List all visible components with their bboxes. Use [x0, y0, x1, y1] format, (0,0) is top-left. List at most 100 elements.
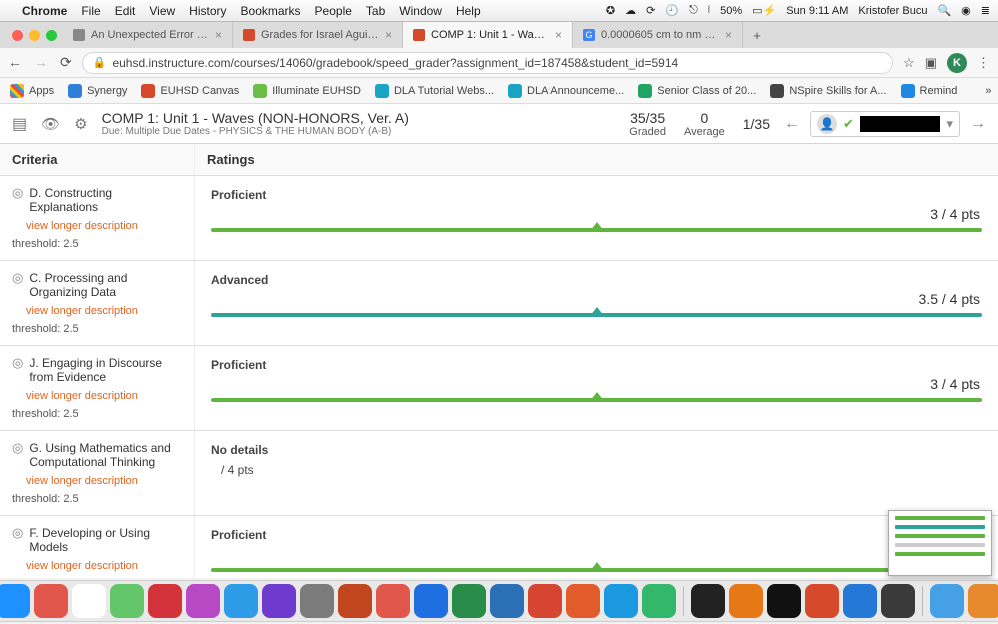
dock-app-icon[interactable]: [729, 584, 763, 618]
dock-app-icon[interactable]: [767, 584, 801, 618]
menu-icon[interactable]: ⋮: [977, 55, 990, 71]
apps-button[interactable]: Apps: [10, 84, 54, 98]
rating-cell[interactable]: Advanced 3.5 / 4 pts: [195, 261, 998, 345]
dock-app-icon[interactable]: [968, 584, 998, 618]
bookmark-item[interactable]: Illuminate EUHSD: [253, 84, 361, 98]
forward-button[interactable]: →: [34, 54, 48, 71]
menu-people[interactable]: People: [315, 4, 352, 18]
rating-cell[interactable]: No details / 4 pts: [195, 431, 998, 515]
rating-cell[interactable]: Proficient 3 / 4 pts: [195, 176, 998, 260]
assignment-title[interactable]: COMP 1: Unit 1 - Waves (NON-HONORS, Ver.…: [102, 110, 616, 126]
address-bar[interactable]: 🔒 euhsd.instructure.com/courses/14060/gr…: [82, 52, 893, 74]
rubric-panel[interactable]: Criteria Ratings ◎D. Constructing Explan…: [0, 144, 998, 578]
dock-app-icon[interactable]: [300, 584, 334, 618]
dock-app-icon[interactable]: [604, 584, 638, 618]
dock-app-icon[interactable]: [110, 584, 144, 618]
close-icon[interactable]: ×: [215, 28, 222, 42]
menu-bookmarks[interactable]: Bookmarks: [241, 4, 301, 18]
visibility-icon[interactable]: 👁: [41, 115, 60, 133]
dock-app-icon[interactable]: [376, 584, 410, 618]
rating-slider[interactable]: [211, 568, 982, 572]
dock-app-icon[interactable]: [452, 584, 486, 618]
battery-icon[interactable]: ▭⚡: [752, 4, 776, 17]
dock-app-icon[interactable]: [186, 584, 220, 618]
rating-cell[interactable]: Proficient 3 / 4 pts: [195, 346, 998, 430]
screen-share-preview[interactable]: [888, 510, 992, 576]
bookmark-item[interactable]: DLA Tutorial Webs...: [375, 84, 494, 98]
menu-history[interactable]: History: [189, 4, 226, 18]
bookmark-item[interactable]: Senior Class of 20...: [638, 84, 756, 98]
close-icon[interactable]: ×: [725, 28, 732, 42]
settings-icon[interactable]: ⚙: [74, 115, 87, 133]
menu-help[interactable]: Help: [456, 4, 481, 18]
backup-icon[interactable]: ⟳: [646, 4, 655, 17]
rating-slider[interactable]: [211, 313, 982, 317]
back-button[interactable]: ←: [8, 54, 22, 71]
dock-app-icon[interactable]: [930, 584, 964, 618]
bookmark-item[interactable]: Synergy: [68, 84, 127, 98]
wifi-icon[interactable]: ⧙: [708, 4, 710, 17]
close-icon[interactable]: ×: [385, 28, 392, 42]
dock-app-icon[interactable]: [34, 584, 68, 618]
dock-app-icon[interactable]: [338, 584, 372, 618]
dock-app-icon[interactable]: [224, 584, 258, 618]
close-icon[interactable]: ×: [555, 28, 562, 42]
next-student-button[interactable]: →: [970, 115, 986, 133]
menu-tab[interactable]: Tab: [366, 4, 385, 18]
bookmark-item[interactable]: NSpire Skills for A...: [770, 84, 886, 98]
dock-app-icon[interactable]: [642, 584, 676, 618]
app-name[interactable]: Chrome: [22, 4, 67, 18]
bookmark-item[interactable]: EUHSD Canvas: [141, 84, 239, 98]
view-longer-description-link[interactable]: view longer description: [26, 475, 182, 487]
screencast-icon[interactable]: ✪: [606, 4, 615, 17]
zoom-window-button[interactable]: [46, 30, 57, 41]
dock-app-icon[interactable]: [805, 584, 839, 618]
dock-app-icon[interactable]: [881, 584, 915, 618]
prev-student-button[interactable]: ←: [784, 115, 800, 133]
new-tab-button[interactable]: +: [743, 22, 771, 48]
dock-app-icon[interactable]: [490, 584, 524, 618]
student-selector[interactable]: 👤 ✔ ▾: [810, 111, 960, 137]
gradebook-icon[interactable]: ▤: [12, 114, 27, 134]
cloud-icon[interactable]: ☁: [625, 4, 636, 17]
menu-edit[interactable]: Edit: [115, 4, 136, 18]
dock-app-icon[interactable]: [566, 584, 600, 618]
view-longer-description-link[interactable]: view longer description: [26, 390, 182, 402]
close-window-button[interactable]: [12, 30, 23, 41]
dock-app-icon[interactable]: [414, 584, 448, 618]
bookmark-item[interactable]: Remind: [901, 84, 958, 98]
menu-file[interactable]: File: [81, 4, 100, 18]
browser-tab[interactable]: G0.0000605 cm to nm - Google×: [573, 22, 743, 48]
notification-icon[interactable]: ≣: [981, 4, 990, 17]
timemachine-icon[interactable]: 🕘: [665, 4, 679, 17]
bluetooth-icon[interactable]: ⎋: [689, 4, 698, 17]
user-name[interactable]: Kristofer Bucu: [858, 5, 927, 17]
dock-app-icon[interactable]: [691, 584, 725, 618]
dock-app-icon[interactable]: [843, 584, 877, 618]
view-longer-description-link[interactable]: view longer description: [26, 220, 182, 232]
menu-view[interactable]: View: [149, 4, 175, 18]
browser-tab[interactable]: Grades for Israel Aguilar: PHYS×: [233, 22, 403, 48]
browser-tab-active[interactable]: COMP 1: Unit 1 - Waves (NON×: [403, 22, 573, 48]
rating-slider[interactable]: [211, 228, 982, 232]
bookmarks-overflow[interactable]: »: [985, 85, 991, 97]
menu-window[interactable]: Window: [399, 4, 442, 18]
star-icon[interactable]: ☆: [903, 55, 915, 71]
spotlight-icon[interactable]: 🔍: [937, 4, 951, 17]
cast-icon[interactable]: ▣: [925, 55, 937, 71]
profile-avatar[interactable]: K: [947, 53, 967, 73]
browser-tab[interactable]: An Unexpected Error has occu×: [63, 22, 233, 48]
minimize-window-button[interactable]: [29, 30, 40, 41]
bookmark-item[interactable]: DLA Announceme...: [508, 84, 624, 98]
rating-cell[interactable]: Proficient: [195, 516, 998, 578]
rating-slider[interactable]: [211, 398, 982, 402]
view-longer-description-link[interactable]: view longer description: [26, 305, 182, 317]
dock-app-icon[interactable]: [148, 584, 182, 618]
siri-icon[interactable]: ◉: [961, 4, 971, 17]
reload-button[interactable]: ⟳: [60, 54, 72, 71]
dock-app-icon[interactable]: [262, 584, 296, 618]
clock[interactable]: Sun 9:11 AM: [786, 5, 848, 17]
dock-app-icon[interactable]: [0, 584, 30, 618]
dock-app-icon[interactable]: [72, 584, 106, 618]
view-longer-description-link[interactable]: view longer description: [26, 560, 182, 572]
